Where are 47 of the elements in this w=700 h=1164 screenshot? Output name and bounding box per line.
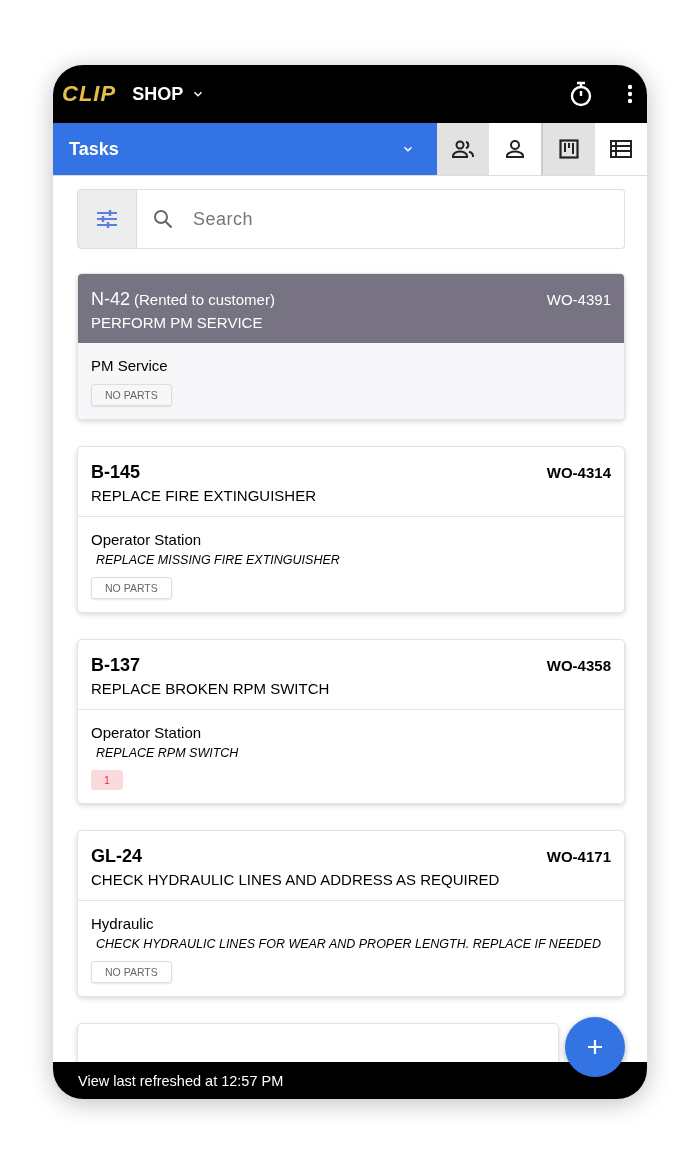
person-icon xyxy=(505,139,525,159)
team-toggle[interactable] xyxy=(437,123,489,175)
task-card[interactable]: B-137 WO-4358 REPLACE BROKEN RPM SWITCH Operator Station REPLACE RPM SWITCH 1 xyxy=(77,639,625,804)
work-order-number: WO-4171 xyxy=(546,848,611,865)
parts-badge: NO PARTS xyxy=(91,961,172,983)
unit-note: (Rented to customer) xyxy=(134,291,275,308)
unit-number: N-42 xyxy=(91,289,130,310)
work-order-number: WO-4391 xyxy=(546,291,611,308)
task-card[interactable]: N-42 (Rented to customer) WO-4391 PERFORM PM SERVICE PM Service NO PARTS xyxy=(77,273,625,420)
board-icon xyxy=(559,139,579,159)
section-name: Hydraulic xyxy=(91,915,155,932)
stopwatch-icon xyxy=(569,81,593,107)
unit-number: GL-24 xyxy=(91,846,142,867)
task-title: REPLACE BROKEN RPM SWITCH xyxy=(91,680,331,697)
location-dropdown[interactable]: SHOP xyxy=(132,83,206,105)
task-title: PERFORM PM SERVICE xyxy=(91,314,264,331)
refresh-status: View last refreshed at 12:57 PM xyxy=(78,1072,284,1089)
stopwatch-button[interactable] xyxy=(569,81,593,107)
filter-button[interactable] xyxy=(77,189,137,249)
task-title: REPLACE FIRE EXTINGUISHER xyxy=(91,487,318,504)
parts-count-badge: 1 xyxy=(91,770,123,790)
unit-number: B-145 xyxy=(91,462,141,483)
app-logo: CLIP xyxy=(62,81,117,107)
section-name: Operator Station xyxy=(91,724,203,741)
search-field[interactable]: Search xyxy=(137,189,625,249)
parts-badge: NO PARTS xyxy=(91,384,172,406)
board-view-toggle[interactable] xyxy=(543,123,595,175)
section-name: Operator Station xyxy=(91,531,203,548)
add-button[interactable] xyxy=(565,1017,625,1077)
task-description: REPLACE RPM SWITCH xyxy=(96,746,240,760)
work-order-number: WO-4314 xyxy=(546,464,611,481)
list-icon xyxy=(610,140,632,158)
view-dropdown[interactable]: Tasks xyxy=(53,123,437,175)
more-menu-button[interactable] xyxy=(627,84,633,104)
unit-number: B-137 xyxy=(91,655,141,676)
work-order-number: WO-4358 xyxy=(546,657,611,674)
plus-icon xyxy=(586,1038,604,1056)
task-title: CHECK HYDRAULIC LINES AND ADDRESS AS REQUIRED xyxy=(91,871,501,888)
parts-badge: NO PARTS xyxy=(91,577,172,599)
task-description: REPLACE MISSING FIRE EXTINGUISHER xyxy=(96,553,341,567)
sliders-icon xyxy=(96,209,118,229)
task-card[interactable]: B-145 WO-4314 REPLACE FIRE EXTINGUISHER Operator Station REPLACE MISSING FIRE EXTINGUISHER NO PARTS xyxy=(77,446,625,613)
more-vertical-icon xyxy=(627,84,633,104)
task-description: CHECK HYDRAULIC LINES FOR WEAR AND PROPER LENGTH. REPLACE IF NEEDED xyxy=(96,937,602,951)
people-icon xyxy=(451,139,475,159)
task-card[interactable]: GL-24 WO-4171 CHECK HYDRAULIC LINES AND ADDRESS AS REQUIRED Hydraulic CHECK HYDRAULIC LINES FOR WEAR AND PROPER LENGTH. REPLACE IF NEEDED NO PARTS xyxy=(77,830,625,997)
section-name: PM Service xyxy=(91,357,169,374)
